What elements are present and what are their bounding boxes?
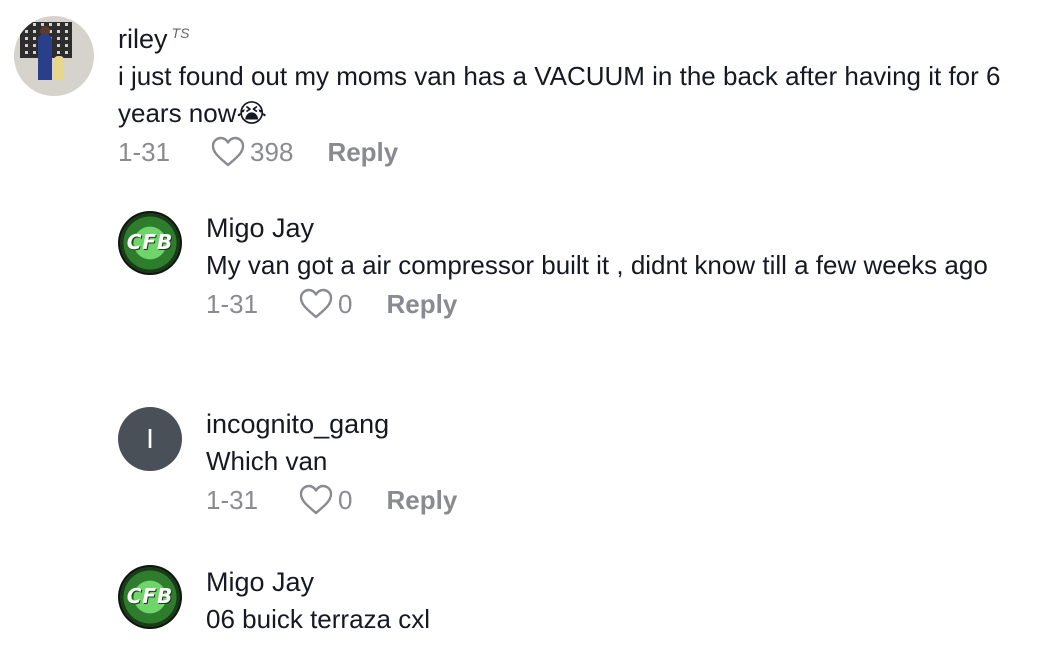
heart-outline-icon <box>299 288 333 319</box>
comment-username[interactable]: riley TS <box>118 16 1058 56</box>
avatar-logo-text: CFB <box>126 584 174 608</box>
reply-item: I incognito_gang Which van 1-31 0 Reply <box>118 407 1064 516</box>
comment-text: 06 buick terraza cxl <box>206 604 430 634</box>
comment-date: 1-31 <box>206 484 259 515</box>
comment-date: 1-31 <box>118 136 171 167</box>
heart-outline-icon <box>211 136 245 167</box>
comment-text: Which van <box>206 446 328 476</box>
reply-button[interactable]: Reply <box>387 289 458 320</box>
like-button[interactable]: 0 <box>298 288 353 320</box>
like-count: 0 <box>338 484 353 515</box>
comment-item: riley TS i just found out my moms van has… <box>14 16 1058 168</box>
user-badge: TS <box>171 25 190 41</box>
like-button[interactable]: 0 <box>298 484 353 516</box>
comment-date: 1-31 <box>206 288 259 319</box>
like-count: 398 <box>250 136 294 167</box>
comment-text: My van got a air compressor built it , d… <box>206 250 988 280</box>
reply-item: CFB Migo Jay 06 buick terraza cxl <box>118 565 1064 638</box>
avatar-initial: I <box>146 423 154 454</box>
like-button[interactable]: 398 <box>210 136 293 168</box>
like-count: 0 <box>338 288 353 319</box>
reply-button[interactable]: Reply <box>387 485 458 516</box>
heart-outline-icon <box>299 484 333 515</box>
avatar-logo-text: CFB <box>126 230 174 254</box>
avatar[interactable] <box>14 16 94 96</box>
avatar[interactable]: CFB <box>118 565 182 629</box>
reply-item: CFB Migo Jay My van got a air compressor… <box>118 211 1064 320</box>
comment-text: i just found out my moms van has a VACUU… <box>118 61 1001 128</box>
reply-button[interactable]: Reply <box>327 137 398 168</box>
avatar[interactable]: CFB <box>118 211 182 275</box>
comment-username[interactable]: Migo Jay <box>206 565 1064 599</box>
comment-username[interactable]: incognito_gang <box>206 407 1064 441</box>
comment-username[interactable]: Migo Jay <box>206 211 1064 245</box>
avatar[interactable]: I <box>118 407 182 471</box>
